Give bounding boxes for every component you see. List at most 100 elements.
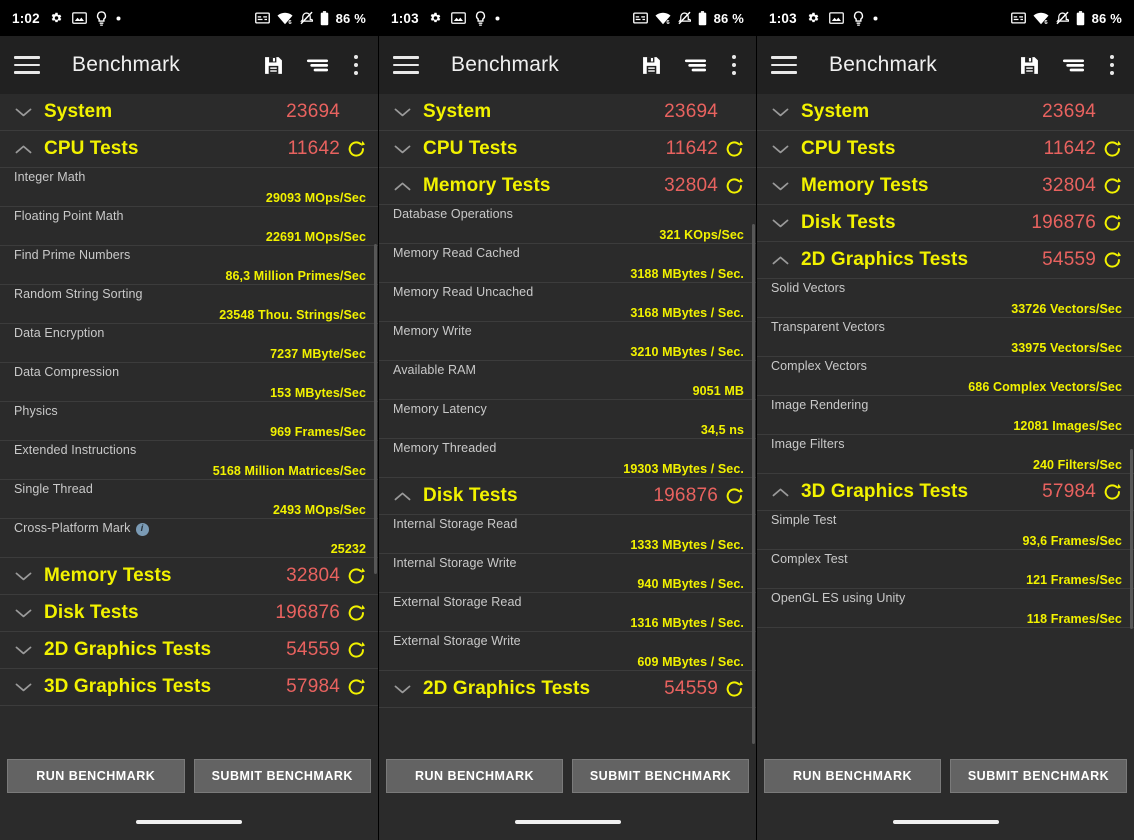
chevron-up-icon[interactable] <box>10 136 36 162</box>
run-benchmark-button[interactable]: RUN BENCHMARK <box>7 759 185 793</box>
benchmark-result-row[interactable]: Floating Point Math 22691 MOps/Sec <box>0 207 378 246</box>
run-benchmark-button[interactable]: RUN BENCHMARK <box>764 759 941 793</box>
benchmark-result-row[interactable]: Find Prime Numbers 86,3 Million Primes/Se… <box>0 246 378 285</box>
chevron-down-icon[interactable] <box>10 637 36 663</box>
benchmark-group-header[interactable]: System 23694 <box>379 94 756 131</box>
benchmark-result-row[interactable]: Integer Math 29093 MOps/Sec <box>0 168 378 207</box>
benchmark-list-scroll-container[interactable]: System 23694 CPU Tests 11642 Memory Tests 328… <box>757 94 1134 748</box>
refresh-icon[interactable] <box>347 641 366 660</box>
benchmark-result-row[interactable]: OpenGL ES using Unity 118 Frames/Sec <box>757 589 1134 628</box>
save-icon[interactable] <box>1016 52 1042 78</box>
chevron-down-icon[interactable] <box>767 173 793 199</box>
benchmark-group-header[interactable]: Memory Tests 32804 <box>379 168 756 205</box>
chevron-down-icon[interactable] <box>10 600 36 626</box>
chevron-down-icon[interactable] <box>10 99 36 125</box>
benchmark-result-row[interactable]: Memory Latency 34,5 ns <box>379 400 756 439</box>
benchmark-result-row[interactable]: Solid Vectors 33726 Vectors/Sec <box>757 279 1134 318</box>
benchmark-result-row[interactable]: Data Encryption 7237 MByte/Sec <box>0 324 378 363</box>
benchmark-result-row[interactable]: Database Operations 321 KOps/Sec <box>379 205 756 244</box>
refresh-icon[interactable] <box>725 140 744 159</box>
refresh-icon[interactable] <box>1103 177 1122 196</box>
benchmark-group-header[interactable]: System 23694 <box>757 94 1134 131</box>
benchmark-result-row[interactable]: Cross-Platform Mark i 25232 <box>0 519 378 558</box>
benchmark-result-row[interactable]: Internal Storage Write 940 MBytes / Sec. <box>379 554 756 593</box>
hamburger-menu-icon[interactable] <box>393 48 427 82</box>
list-scrollbar-thumb[interactable] <box>752 224 755 744</box>
benchmark-list-scroll-container[interactable]: System 23694 CPU Tests 11642 Integer Math 290… <box>0 94 378 748</box>
refresh-icon[interactable] <box>347 567 366 586</box>
benchmark-group-header[interactable]: Disk Tests 196876 <box>757 205 1134 242</box>
refresh-icon[interactable] <box>725 177 744 196</box>
chevron-down-icon[interactable] <box>10 563 36 589</box>
benchmark-result-row[interactable]: Single Thread 2493 MOps/Sec <box>0 480 378 519</box>
hamburger-menu-icon[interactable] <box>771 48 805 82</box>
home-gesture-pill[interactable] <box>892 820 999 824</box>
chevron-down-icon[interactable] <box>389 676 415 702</box>
benchmark-result-row[interactable]: Physics 969 Frames/Sec <box>0 402 378 441</box>
overflow-menu-icon[interactable] <box>726 55 742 75</box>
chevron-down-icon[interactable] <box>10 674 36 700</box>
chevron-down-icon[interactable] <box>389 99 415 125</box>
sort-icon[interactable] <box>682 52 708 78</box>
benchmark-result-row[interactable]: Extended Instructions 5168 Million Matric… <box>0 441 378 480</box>
benchmark-group-header[interactable]: CPU Tests 11642 <box>379 131 756 168</box>
benchmark-group-header[interactable]: Disk Tests 196876 <box>0 595 378 632</box>
benchmark-result-row[interactable]: Available RAM 9051 MB <box>379 361 756 400</box>
chevron-down-icon[interactable] <box>767 99 793 125</box>
benchmark-group-header[interactable]: Disk Tests 196876 <box>379 478 756 515</box>
sort-icon[interactable] <box>1060 52 1086 78</box>
benchmark-group-header[interactable]: 2D Graphics Tests 54559 <box>757 242 1134 279</box>
chevron-up-icon[interactable] <box>389 483 415 509</box>
list-scrollbar-thumb[interactable] <box>374 244 377 574</box>
overflow-menu-icon[interactable] <box>1104 55 1120 75</box>
refresh-icon[interactable] <box>347 140 366 159</box>
benchmark-result-row[interactable]: Memory Read Cached 3188 MBytes / Sec. <box>379 244 756 283</box>
chevron-down-icon[interactable] <box>767 210 793 236</box>
sort-icon[interactable] <box>304 52 330 78</box>
refresh-icon[interactable] <box>725 487 744 506</box>
benchmark-group-header[interactable]: CPU Tests 11642 <box>0 131 378 168</box>
save-icon[interactable] <box>260 52 286 78</box>
refresh-icon[interactable] <box>1103 483 1122 502</box>
benchmark-group-header[interactable]: CPU Tests 11642 <box>757 131 1134 168</box>
refresh-icon[interactable] <box>347 604 366 623</box>
benchmark-group-header[interactable]: Memory Tests 32804 <box>0 558 378 595</box>
benchmark-result-row[interactable]: Complex Vectors 686 Complex Vectors/Sec <box>757 357 1134 396</box>
info-icon[interactable]: i <box>135 522 149 536</box>
list-scrollbar-thumb[interactable] <box>1130 449 1133 629</box>
benchmark-result-row[interactable]: Memory Write 3210 MBytes / Sec. <box>379 322 756 361</box>
benchmark-group-header[interactable]: 2D Graphics Tests 54559 <box>0 632 378 669</box>
benchmark-result-row[interactable]: Memory Threaded 19303 MBytes / Sec. <box>379 439 756 478</box>
chevron-down-icon[interactable] <box>767 136 793 162</box>
home-gesture-pill[interactable] <box>136 820 242 824</box>
benchmark-result-row[interactable]: Internal Storage Read 1333 MBytes / Sec. <box>379 515 756 554</box>
refresh-icon[interactable] <box>1103 214 1122 233</box>
benchmark-result-row[interactable]: Simple Test 93,6 Frames/Sec <box>757 511 1134 550</box>
benchmark-result-row[interactable]: Image Rendering 12081 Images/Sec <box>757 396 1134 435</box>
chevron-up-icon[interactable] <box>389 173 415 199</box>
run-benchmark-button[interactable]: RUN BENCHMARK <box>386 759 563 793</box>
submit-benchmark-button[interactable]: SUBMIT BENCHMARK <box>950 759 1127 793</box>
benchmark-group-header[interactable]: 2D Graphics Tests 54559 <box>379 671 756 708</box>
benchmark-result-row[interactable]: Transparent Vectors 33975 Vectors/Sec <box>757 318 1134 357</box>
refresh-icon[interactable] <box>347 678 366 697</box>
chevron-up-icon[interactable] <box>767 479 793 505</box>
benchmark-result-row[interactable]: Image Filters 240 Filters/Sec <box>757 435 1134 474</box>
benchmark-result-row[interactable]: External Storage Read 1316 MBytes / Sec. <box>379 593 756 632</box>
benchmark-list-scroll-container[interactable]: System 23694 CPU Tests 11642 Memory Tests 328… <box>379 94 756 748</box>
submit-benchmark-button[interactable]: SUBMIT BENCHMARK <box>193 759 371 793</box>
refresh-icon[interactable] <box>1103 140 1122 159</box>
save-icon[interactable] <box>638 52 664 78</box>
benchmark-group-header[interactable]: 3D Graphics Tests 57984 <box>757 474 1134 511</box>
chevron-down-icon[interactable] <box>389 136 415 162</box>
home-gesture-pill[interactable] <box>514 820 621 824</box>
chevron-up-icon[interactable] <box>767 247 793 273</box>
benchmark-result-row[interactable]: Complex Test 121 Frames/Sec <box>757 550 1134 589</box>
benchmark-group-header[interactable]: System 23694 <box>0 94 378 131</box>
benchmark-result-row[interactable]: Memory Read Uncached 3168 MBytes / Sec. <box>379 283 756 322</box>
benchmark-result-row[interactable]: Data Compression 153 MBytes/Sec <box>0 363 378 402</box>
hamburger-menu-icon[interactable] <box>14 48 48 82</box>
benchmark-result-row[interactable]: External Storage Write 609 MBytes / Sec. <box>379 632 756 671</box>
overflow-menu-icon[interactable] <box>348 55 364 75</box>
submit-benchmark-button[interactable]: SUBMIT BENCHMARK <box>572 759 749 793</box>
